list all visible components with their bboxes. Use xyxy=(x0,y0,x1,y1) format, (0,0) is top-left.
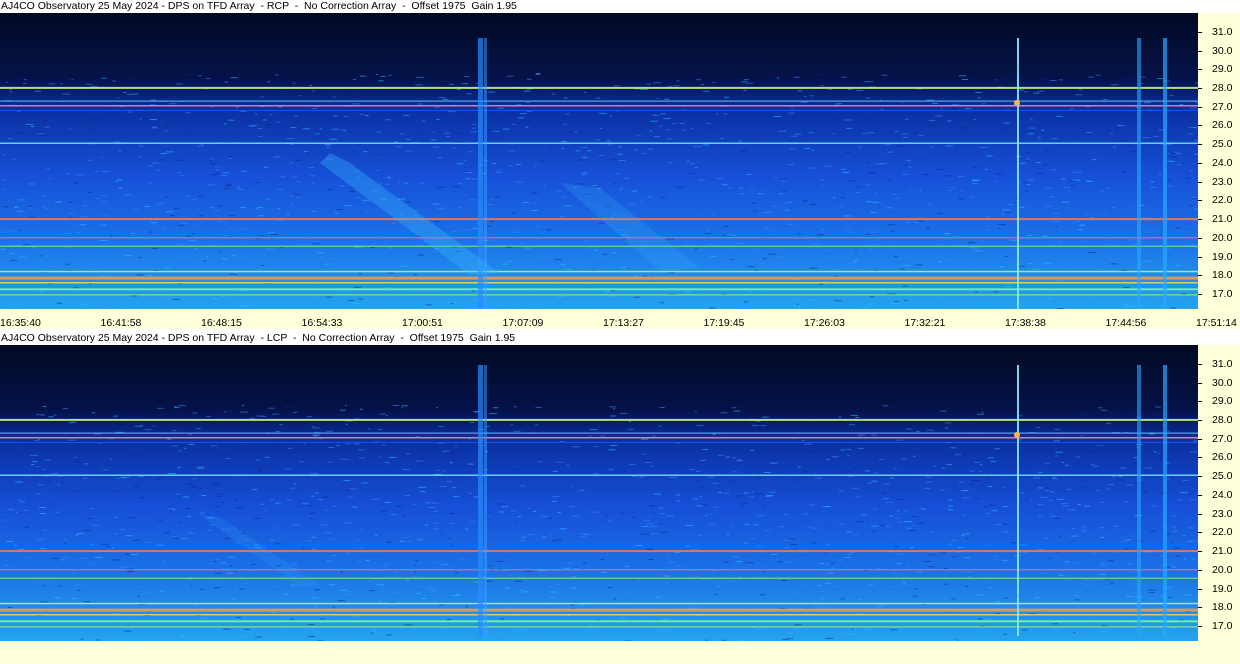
freq-tick-label: 25.0 xyxy=(1212,470,1233,483)
hot-spot xyxy=(1014,99,1020,106)
freq-tick-label: 27.0 xyxy=(1212,432,1233,445)
hot-spot xyxy=(1014,431,1020,438)
freq-tick-label: 28.0 xyxy=(1212,81,1233,94)
rcp-title: AJ4CO Observatory 25 May 2024 - DPS on T… xyxy=(1,0,517,13)
freq-tick-label: 21.0 xyxy=(1212,213,1233,226)
freq-tick-mark xyxy=(1198,275,1202,277)
time-tick-label: 17:44:56 xyxy=(1105,317,1147,329)
freq-tick-label: 19.0 xyxy=(1212,582,1233,595)
freq-tick-mark xyxy=(1198,588,1202,590)
freq-tick-mark xyxy=(1198,219,1202,221)
freq-tick-mark xyxy=(1198,144,1202,146)
freq-tick-label: 29.0 xyxy=(1212,63,1233,76)
time-tick-label: 17:38:38 xyxy=(1005,317,1046,329)
freq-tick-mark xyxy=(1198,31,1202,33)
freq-tick-mark xyxy=(1198,256,1202,258)
freq-tick-label: 30.0 xyxy=(1212,44,1233,57)
freq-tick-mark xyxy=(1198,457,1202,459)
rcp-spectrogram xyxy=(0,13,1198,309)
freq-tick-mark xyxy=(1198,532,1202,534)
freq-tick-mark xyxy=(1198,607,1202,609)
freq-tick-label: 17.0 xyxy=(1212,288,1233,300)
freq-tick-mark xyxy=(1198,162,1202,164)
freq-tick-label: 28.0 xyxy=(1212,413,1233,426)
freq-tick-mark xyxy=(1198,237,1202,239)
time-axis: 16:35:40 16:41:58 16:48:15 16:54:33 17:00:51… xyxy=(0,309,1240,329)
freq-tick-label: 23.0 xyxy=(1212,175,1233,188)
freq-tick-label: 25.0 xyxy=(1212,138,1233,151)
time-tick-label: 17:00:51 xyxy=(402,317,443,329)
lcp-spectrogram-image xyxy=(0,345,1198,641)
freq-tick-mark xyxy=(1198,363,1202,365)
freq-tick-label: 22.0 xyxy=(1212,194,1233,207)
time-tick-label: 16:54:33 xyxy=(301,317,343,329)
time-tick-label: 17:32:21 xyxy=(904,317,946,329)
freq-tick-mark xyxy=(1198,69,1202,71)
time-tick-label: 16:35:40 xyxy=(0,317,41,329)
freq-tick-mark xyxy=(1198,494,1202,496)
freq-tick-label: 17.0 xyxy=(1212,620,1233,632)
freq-tick-label: 19.0 xyxy=(1212,250,1233,263)
lcp-title: AJ4CO Observatory 25 May 2024 - DPS on T… xyxy=(1,332,516,345)
freq-tick-label: 23.0 xyxy=(1212,507,1233,520)
freq-tick-mark xyxy=(1198,294,1202,295)
freq-tick-mark xyxy=(1198,419,1202,421)
freq-tick-mark xyxy=(1198,200,1202,202)
freq-tick-label: 30.0 xyxy=(1212,376,1233,389)
time-tick-label: 16:41:58 xyxy=(100,317,142,329)
freq-tick-mark xyxy=(1198,551,1202,553)
rcp-frequency-axis: 31.0 30.0 29.0 28.0 27.0 26.0 25.0 24.0 23.0 22.0… xyxy=(1198,13,1240,309)
freq-tick-label: 18.0 xyxy=(1212,269,1233,282)
time-tick-label: 17:19:45 xyxy=(703,317,745,329)
freq-tick-mark xyxy=(1198,382,1202,384)
freq-tick-mark xyxy=(1198,181,1202,183)
freq-tick-label: 27.0 xyxy=(1212,100,1233,113)
freq-tick-mark xyxy=(1198,626,1202,627)
freq-tick-label: 26.0 xyxy=(1212,451,1233,464)
bottom-strip xyxy=(0,641,1240,664)
time-tick-label: 17:13:27 xyxy=(603,317,644,329)
freq-tick-label: 31.0 xyxy=(1212,25,1233,38)
freq-tick-mark xyxy=(1198,476,1202,478)
freq-tick-mark xyxy=(1198,438,1202,440)
lcp-frequency-axis: 31.0 30.0 29.0 28.0 27.0 26.0 25.0 24.0 23.0 22.0… xyxy=(1198,345,1240,641)
freq-tick-mark xyxy=(1198,50,1202,52)
freq-tick-label: 26.0 xyxy=(1212,119,1233,132)
freq-tick-mark xyxy=(1198,125,1202,127)
time-tick-label: 16:48:15 xyxy=(201,317,242,329)
freq-tick-mark xyxy=(1198,87,1202,89)
time-tick-label: 17:26:03 xyxy=(804,317,845,329)
freq-tick-label: 18.0 xyxy=(1212,601,1233,614)
time-tick-label: 17:07:09 xyxy=(502,317,544,329)
rcp-spectrogram-image xyxy=(0,13,1198,309)
freq-tick-label: 24.0 xyxy=(1212,156,1233,169)
freq-tick-label: 29.0 xyxy=(1212,395,1233,408)
freq-tick-label: 22.0 xyxy=(1212,526,1233,539)
freq-tick-mark xyxy=(1198,513,1202,515)
freq-tick-mark xyxy=(1198,569,1202,571)
freq-tick-label: 20.0 xyxy=(1212,563,1233,576)
lcp-spectrogram xyxy=(0,345,1198,641)
freq-tick-label: 31.0 xyxy=(1212,357,1233,370)
freq-tick-mark xyxy=(1198,106,1202,108)
freq-tick-label: 20.0 xyxy=(1212,231,1233,244)
freq-tick-label: 21.0 xyxy=(1212,545,1233,558)
freq-tick-label: 24.0 xyxy=(1212,488,1233,501)
time-tick-label: 17:51:14 xyxy=(1196,317,1237,329)
freq-tick-mark xyxy=(1198,401,1202,403)
